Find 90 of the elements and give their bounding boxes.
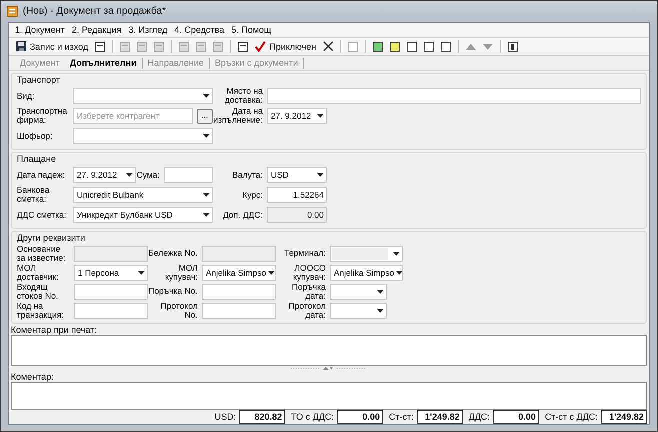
dropdown[interactable] — [330, 302, 387, 318]
field-label: Място на доставка: — [224, 87, 264, 105]
total-label: USD: — [214, 412, 236, 422]
field-label: Протокол дата: — [288, 302, 327, 320]
field-label: МОЛ доставчик: — [17, 264, 60, 282]
complete-button[interactable]: Приключен — [253, 39, 318, 54]
text-area[interactable] — [11, 382, 647, 410]
caret-icon — [126, 173, 133, 177]
dropdown[interactable]: Anjelika Simpso — [202, 264, 276, 280]
dropdown[interactable] — [330, 284, 387, 300]
total-value: 1'249.82 — [416, 410, 463, 424]
checkmark-icon — [255, 41, 266, 52]
caret-icon — [138, 270, 145, 274]
app-icon — [7, 6, 18, 17]
menu-item[interactable]: 2. Редакция — [72, 25, 122, 35]
save-icon — [16, 41, 27, 52]
total-value: 820.82 — [239, 410, 286, 424]
total-value: 1'249.82 — [601, 410, 647, 424]
field-label: Банкова сметка: — [17, 186, 51, 204]
total-label: ДДС: — [468, 412, 490, 422]
field-label: Транспортна фирма: — [17, 107, 68, 125]
field-label: Дата падеж: — [17, 170, 66, 180]
field-label: Сума: — [136, 170, 161, 180]
tab[interactable]: Допълнителни — [64, 58, 143, 68]
window-title: (Нов) - Документ за продажба* — [23, 6, 166, 17]
save-and-exit-button[interactable]: Запис и изход — [14, 39, 90, 54]
dropdown[interactable]: Unicredit Bulbank — [73, 187, 213, 203]
group-title: Плащане — [17, 154, 56, 165]
field-label: Валута: — [232, 170, 264, 180]
menu-item[interactable]: 1. Документ — [15, 25, 65, 35]
field-label: Код на транзакция: — [17, 302, 65, 320]
caret-icon — [203, 94, 210, 98]
field-label: Поръчка No. — [148, 287, 199, 296]
field-label: МОЛ купувач: — [164, 264, 199, 282]
total-value: 0.00 — [493, 410, 540, 424]
field-label: ДДС сметка: — [17, 210, 68, 220]
caret-icon — [377, 290, 384, 294]
text-field[interactable] — [267, 88, 641, 104]
text-field[interactable] — [74, 284, 148, 300]
field-label: Коментар при печат: — [11, 325, 98, 335]
field-label: Доп. ДДС: — [222, 210, 264, 220]
field-label: Курс: — [242, 190, 264, 200]
dropdown[interactable]: 1 Персона — [74, 264, 148, 280]
text-field[interactable] — [74, 302, 148, 318]
dropdown[interactable]: Уникредит Булбанк USD — [73, 207, 213, 223]
total-label: Ст-ст: — [389, 412, 414, 422]
caret-icon — [317, 114, 324, 118]
group-title: Други реквизити — [17, 233, 86, 244]
text-field[interactable]: Изберете контрагент — [73, 108, 193, 124]
caret-icon — [203, 134, 210, 138]
text-area[interactable] — [11, 335, 647, 366]
field-label: Вид: — [17, 92, 36, 100]
dropdown[interactable]: USD — [267, 167, 327, 183]
caret-icon — [203, 213, 210, 217]
text-field[interactable] — [202, 284, 276, 300]
group-title: Транспорт — [17, 75, 60, 86]
caret-icon — [317, 173, 324, 177]
field-label: Коментар: — [11, 372, 55, 382]
field-label: Шофьор: — [17, 132, 54, 140]
total-label: Ст-ст с ДДС: — [545, 412, 598, 422]
field-label: ЛООСО купувач: — [292, 264, 327, 282]
dropdown[interactable] — [73, 128, 213, 144]
menu-item[interactable]: 3. Изглед — [128, 25, 168, 35]
menu-item[interactable]: 4. Средства — [174, 25, 224, 35]
field-label: Протокол No. — [160, 302, 199, 320]
field-label: Бележка No. — [148, 249, 199, 258]
caret-icon — [377, 308, 384, 312]
browse-button[interactable]: ... — [197, 108, 213, 124]
dropdown[interactable] — [330, 246, 403, 262]
caret-icon — [393, 252, 400, 256]
caret-icon — [396, 270, 404, 274]
dropdown[interactable]: 27. 9.2012 — [73, 167, 136, 183]
close-icon[interactable] — [322, 41, 334, 52]
field-label: Основание за известие: — [17, 244, 67, 262]
read-only-field: 0.00 — [267, 207, 327, 223]
dropdown[interactable]: Anjelika Simpso — [330, 264, 403, 280]
field-label: Терминал: — [283, 249, 327, 258]
text-field[interactable] — [164, 167, 213, 183]
text-field[interactable]: 1.52264 — [267, 187, 327, 203]
field-label: Дата на изпълнение: — [213, 107, 264, 125]
field-label: Поръчка дата: — [291, 282, 327, 300]
field-label: Входящ стоков No. — [17, 282, 60, 300]
caret-icon — [268, 270, 276, 274]
dropdown[interactable] — [73, 88, 213, 104]
text-field[interactable] — [202, 302, 276, 318]
total-value: 0.00 — [337, 410, 384, 424]
total-label: ТО с ДДС: — [291, 412, 334, 422]
dropdown[interactable]: 27. 9.2012 — [267, 108, 327, 124]
caret-icon — [203, 193, 210, 197]
menu-item[interactable]: 5. Помощ — [232, 25, 272, 35]
